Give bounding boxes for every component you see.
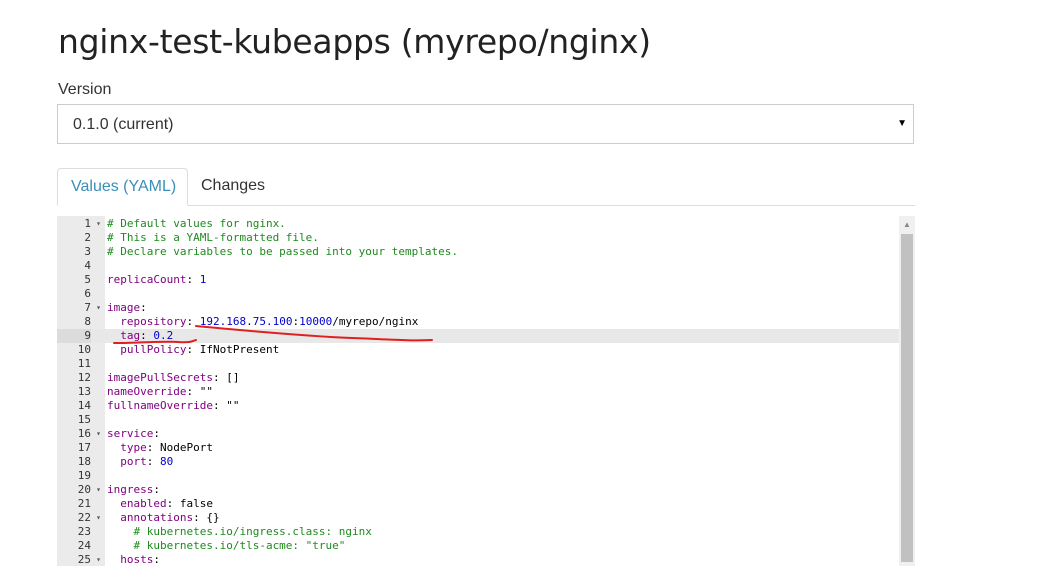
line-number: 18 xyxy=(77,455,91,468)
line-number: 5 xyxy=(84,273,91,286)
line-number: 15 xyxy=(77,413,91,426)
editor-line[interactable]: 23 # kubernetes.io/ingress.class: nginx xyxy=(57,525,899,539)
code-text: tag: 0.2 xyxy=(120,329,174,342)
code-text: replicaCount: 1 xyxy=(107,273,207,286)
code-text: annotations: {} xyxy=(120,511,220,524)
editor-line[interactable]: 10 pullPolicy: IfNotPresent xyxy=(57,343,899,357)
scroll-up-arrow-icon[interactable]: ▲ xyxy=(899,216,915,234)
scrollbar-thumb[interactable] xyxy=(901,234,913,562)
line-number: 24 xyxy=(77,539,91,552)
tab-values-yaml[interactable]: Values (YAML) xyxy=(57,168,188,206)
editor-line[interactable]: 1 ▾ # Default values for nginx. xyxy=(57,217,899,231)
editor-line[interactable]: 19 xyxy=(57,469,899,483)
editor-scrollbar[interactable]: ▲ xyxy=(899,216,915,566)
yaml-editor[interactable]: 1 ▾ # Default values for nginx. 2 # This is … xyxy=(57,216,915,566)
editor-line[interactable]: 24 # kubernetes.io/tls-acme: "true" xyxy=(57,539,899,553)
version-selected-value: 0.1.0 (current) xyxy=(73,116,174,133)
fold-arrow-icon[interactable]: ▾ xyxy=(94,301,103,315)
editor-line[interactable]: 16 ▾ service: xyxy=(57,427,899,441)
line-number: 25 xyxy=(77,553,91,566)
line-number: 13 xyxy=(77,385,91,398)
line-number: 17 xyxy=(77,441,91,454)
line-number: 23 xyxy=(77,525,91,538)
line-number: 1 xyxy=(84,217,91,230)
code-text: # kubernetes.io/tls-acme: "true" xyxy=(107,539,346,552)
code-text: enabled: false xyxy=(120,497,213,510)
editor-line[interactable]: 17 type: NodePort xyxy=(57,441,899,455)
tab-changes[interactable]: Changes xyxy=(188,168,278,206)
tab-label: Values (YAML) xyxy=(71,178,177,195)
editor-lines: 1 ▾ # Default values for nginx. 2 # This is … xyxy=(57,217,899,566)
fold-arrow-icon[interactable]: ▾ xyxy=(94,553,103,566)
code-text: ingress: xyxy=(107,483,160,496)
editor-line[interactable]: 4 xyxy=(57,259,899,273)
code-text: repository: 192.168.75.100:10000/myrepo/… xyxy=(120,315,419,328)
editor-line[interactable]: 9 tag: 0.2 xyxy=(57,329,899,343)
fold-arrow-icon[interactable]: ▾ xyxy=(94,217,103,231)
code-text: # Declare variables to be passed into yo… xyxy=(107,245,458,258)
editor-line[interactable]: 12 imagePullSecrets: [] xyxy=(57,371,899,385)
editor-line[interactable]: 20 ▾ ingress: xyxy=(57,483,899,497)
line-number: 8 xyxy=(84,315,91,328)
version-label: Version xyxy=(58,81,112,98)
editor-line[interactable]: 21 enabled: false xyxy=(57,497,899,511)
fold-arrow-icon[interactable]: ▾ xyxy=(94,483,103,497)
editor-line[interactable]: 3 # Declare variables to be passed into y… xyxy=(57,245,899,259)
page-title: nginx-test-kubeapps (myrepo/nginx) xyxy=(58,22,651,61)
code-text: hosts: xyxy=(120,553,160,566)
editor-line[interactable]: 14 fullnameOverride: "" xyxy=(57,399,899,413)
fold-arrow-icon[interactable]: ▾ xyxy=(94,427,103,441)
code-text: service: xyxy=(107,427,160,440)
code-text: type: NodePort xyxy=(120,441,213,454)
code-text: pullPolicy: IfNotPresent xyxy=(120,343,280,356)
line-number: 16 xyxy=(77,427,91,440)
code-text: fullnameOverride: "" xyxy=(107,399,240,412)
line-number: 22 xyxy=(77,511,91,524)
line-number: 6 xyxy=(84,287,91,300)
editor-line[interactable]: 2 # This is a YAML-formatted file. xyxy=(57,231,899,245)
line-number: 9 xyxy=(57,329,91,343)
tab-label: Changes xyxy=(201,177,266,194)
code-text: # Default values for nginx. xyxy=(107,217,286,230)
editor-line[interactable]: 6 xyxy=(57,287,899,301)
editor-line[interactable]: 11 xyxy=(57,357,899,371)
line-number: 3 xyxy=(84,245,91,258)
code-text: port: 80 xyxy=(120,455,174,468)
line-number: 19 xyxy=(77,469,91,482)
editor-line[interactable]: 13 nameOverride: "" xyxy=(57,385,899,399)
code-text: image: xyxy=(107,301,147,314)
code-text: imagePullSecrets: [] xyxy=(107,371,240,384)
editor-line[interactable]: 5 replicaCount: 1 xyxy=(57,273,899,287)
line-number: 2 xyxy=(84,231,91,244)
code-text: # kubernetes.io/ingress.class: nginx xyxy=(107,525,372,538)
line-number: 21 xyxy=(77,497,91,510)
code-text: # This is a YAML-formatted file. xyxy=(107,231,319,244)
version-select[interactable]: 0.1.0 (current) ▼ xyxy=(57,104,914,144)
code-text: nameOverride: "" xyxy=(107,385,213,398)
editor-line[interactable]: 8 repository: 192.168.75.100:10000/myrep… xyxy=(57,315,899,329)
line-number: 12 xyxy=(77,371,91,384)
line-number: 11 xyxy=(77,357,91,370)
line-number: 10 xyxy=(77,343,91,356)
fold-arrow-icon[interactable]: ▾ xyxy=(94,511,103,525)
chevron-down-icon: ▼ xyxy=(897,118,907,129)
editor-line[interactable]: 15 xyxy=(57,413,899,427)
editor-line[interactable]: 25 ▾ hosts: xyxy=(57,553,899,566)
line-number: 20 xyxy=(77,483,91,496)
editor-line[interactable]: 7 ▾ image: xyxy=(57,301,899,315)
editor-line[interactable]: 22 ▾ annotations: {} xyxy=(57,511,899,525)
editor-line[interactable]: 18 port: 80 xyxy=(57,455,899,469)
line-number: 14 xyxy=(77,399,91,412)
line-number: 7 xyxy=(84,301,91,314)
line-number: 4 xyxy=(84,259,91,272)
